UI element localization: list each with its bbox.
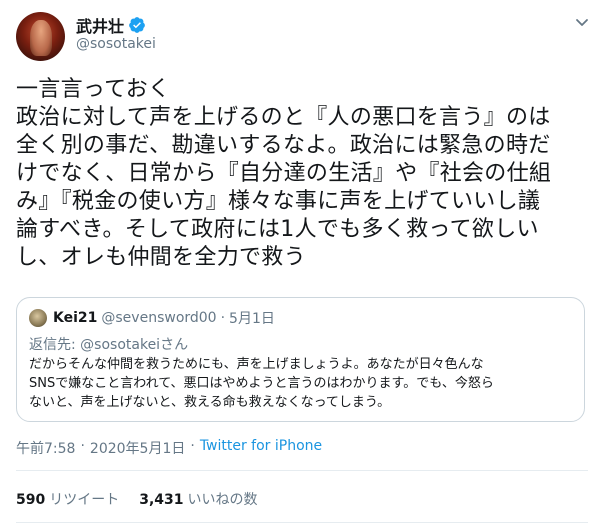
divider-top — [16, 470, 588, 471]
tweet-text: 一言言っておく 政治に対して声を上げるのと『人の悪口を言う』のは 全く別の事だ、… — [16, 77, 552, 270]
retweets-stat[interactable]: 590 リツイート — [16, 489, 119, 509]
quoted-author-name: Kei21 — [53, 310, 98, 326]
avatar-figure — [30, 20, 52, 56]
tweet-meta: 午前7:58 · 2020年5月1日 · Twitter for iPhone — [16, 438, 322, 458]
stats-gap — [119, 489, 139, 509]
verified-badge-icon — [129, 17, 145, 33]
quoted-date: 5月1日 — [229, 311, 275, 327]
reply-prefix: 返信先: — [29, 337, 81, 353]
author-name-row: 武井壮 — [76, 14, 146, 36]
meta-separator: · — [80, 438, 85, 454]
quoted-tweet-header: Kei21 @sevensword00 · 5月1日 — [29, 308, 275, 328]
chevron-down-icon[interactable] — [574, 14, 590, 30]
tweet-time[interactable]: 午前7:58 — [16, 438, 75, 458]
tweet-date[interactable]: 2020年5月1日 — [90, 438, 185, 458]
quoted-author-handle: @sevensword00 — [101, 310, 217, 326]
author-handle[interactable]: @sosotakei — [76, 36, 156, 52]
quoted-separator: · — [220, 310, 226, 326]
likes-stat[interactable]: 3,431 いいねの数 — [139, 489, 257, 509]
tweet-stats: 590 リツイート 3,431 いいねの数 — [16, 489, 258, 509]
tweet-source-link[interactable]: Twitter for iPhone — [200, 438, 322, 458]
retweet-count: 590 — [16, 492, 46, 508]
quoted-tweet-text: だからそんな仲間を救うためにも、声を上げましょうよ。あなたが日々色んな SNSで… — [29, 357, 494, 410]
divider-bottom — [16, 522, 588, 523]
reply-mention: @sosotakeiさん — [80, 337, 189, 353]
retweet-label: リツイート — [49, 492, 120, 508]
like-label: いいねの数 — [187, 492, 258, 508]
quoted-reply-to: 返信先: @sosotakeiさん — [29, 334, 188, 354]
quoted-author-avatar — [29, 309, 47, 327]
meta-separator-2: · — [190, 438, 195, 454]
author-avatar[interactable] — [16, 12, 65, 61]
quoted-tweet[interactable]: Kei21 @sevensword00 · 5月1日 返信先: @sosotak… — [16, 297, 585, 422]
author-display-name[interactable]: 武井壮 — [76, 13, 124, 37]
like-count: 3,431 — [139, 492, 184, 508]
tweet-card: 武井壮 @sosotakei 一言言っておく 政治に対して声を上げるのと『人の悪… — [0, 0, 604, 532]
